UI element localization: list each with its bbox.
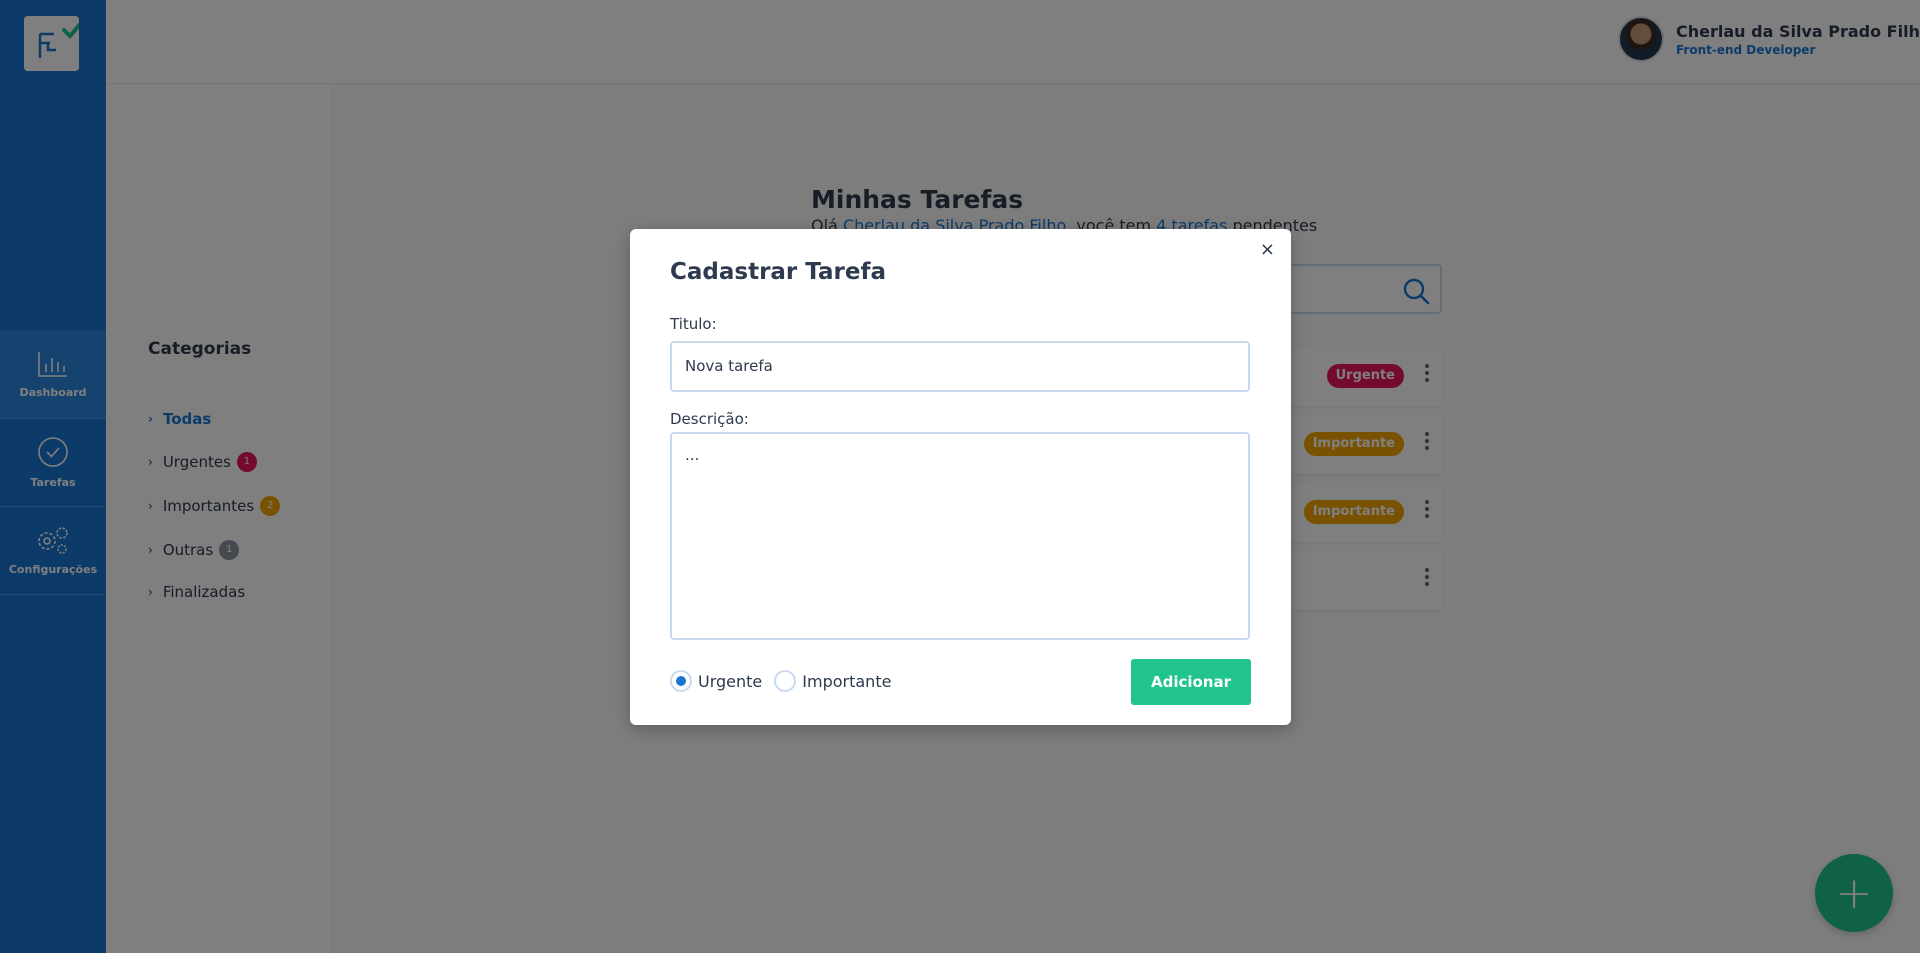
radio-label-importante: Importante [802, 671, 892, 691]
add-task-modal: × Cadastrar Tarefa Titulo: Nova tarefa D… [630, 229, 1291, 725]
title-input[interactable]: Nova tarefa [670, 341, 1250, 392]
title-field-label: Titulo: [670, 315, 717, 333]
description-field-label: Descrição: [670, 410, 749, 428]
add-button[interactable]: Adicionar [1131, 659, 1251, 705]
radio-urgente[interactable] [670, 670, 692, 692]
radio-label-urgente: Urgente [698, 671, 763, 691]
close-icon[interactable]: × [1260, 239, 1275, 260]
modal-title: Cadastrar Tarefa [670, 259, 886, 285]
priority-radio-group: Urgente Importante [670, 670, 903, 692]
description-textarea[interactable]: ... [670, 432, 1250, 640]
radio-importante[interactable] [774, 670, 797, 692]
